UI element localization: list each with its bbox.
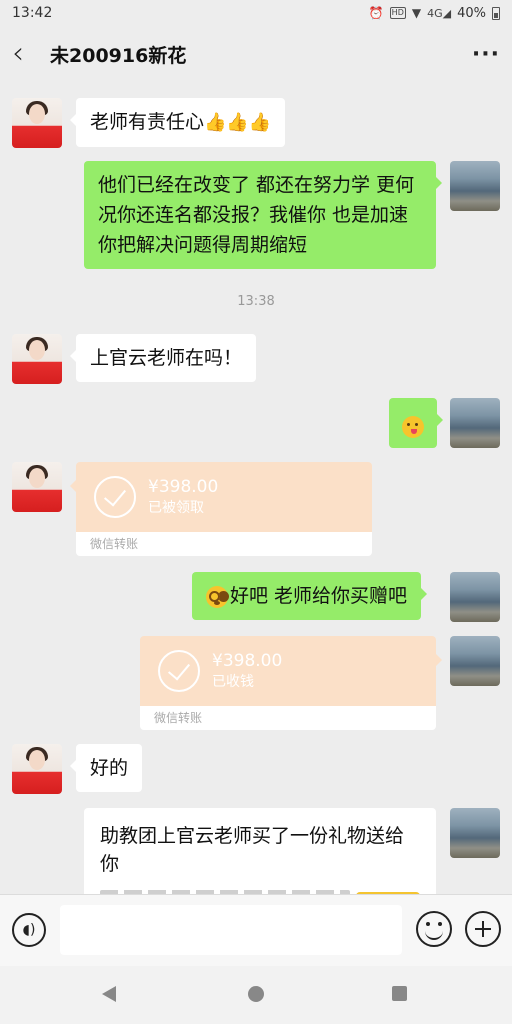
message-bubble-received[interactable]: 好的 bbox=[69, 744, 143, 792]
self-avatar[interactable] bbox=[450, 572, 500, 622]
message-input[interactable] bbox=[60, 905, 402, 955]
message-list[interactable]: 老师有责任心👍👍👍 他们已经在改变了 都还在努力学 更何况你还连名都没报？我催你… bbox=[0, 82, 512, 894]
message-bubble-sent[interactable]: 好吧 老师给你买赠吧 bbox=[192, 572, 428, 620]
transfer-label: 微信转账 bbox=[76, 532, 372, 556]
check-circle-icon bbox=[158, 650, 200, 692]
status-bar: 13:42 ⏰ HD ▼ 4G◢ 40% bbox=[0, 0, 512, 26]
nav-recents-icon[interactable] bbox=[392, 986, 407, 1001]
voice-input-icon[interactable]: ◖) bbox=[12, 913, 46, 947]
check-circle-icon bbox=[94, 476, 136, 518]
message-bubble-sent[interactable] bbox=[389, 398, 443, 448]
status-icons: ⏰ HD ▼ 4G◢ 40% bbox=[369, 6, 500, 21]
battery-level: 40% bbox=[457, 5, 486, 21]
message-text: 他们已经在改变了 都还在努力学 更何况你还连名都没报？我催你 也是加速你把解决问… bbox=[98, 174, 415, 256]
signal-icon: 4G◢ bbox=[427, 6, 452, 20]
wink-emoji-icon bbox=[402, 415, 424, 438]
timestamp: 13:38 bbox=[237, 294, 275, 309]
chat-header: ‹ 未200916新花 ··· bbox=[0, 26, 512, 82]
self-avatar[interactable] bbox=[450, 808, 500, 858]
nav-home-icon[interactable] bbox=[248, 986, 264, 1002]
emoji-picker-icon[interactable] bbox=[416, 911, 452, 947]
back-chevron-icon[interactable]: ‹ bbox=[12, 39, 40, 69]
network-type: 4G bbox=[427, 6, 443, 20]
transfer-status: 已收钱 bbox=[212, 674, 254, 690]
system-nav-bar bbox=[0, 966, 512, 1024]
transfer-amount: ¥398.00 bbox=[212, 651, 283, 671]
message-text: 老师有责任心 bbox=[90, 111, 205, 133]
battery-icon bbox=[492, 6, 500, 20]
self-avatar[interactable] bbox=[450, 636, 500, 686]
more-options-icon[interactable]: ··· bbox=[472, 42, 500, 67]
self-avatar[interactable] bbox=[450, 398, 500, 448]
nav-back-icon[interactable] bbox=[102, 986, 116, 1002]
transfer-amount: ¥398.00 bbox=[148, 477, 219, 497]
contact-avatar[interactable] bbox=[12, 744, 62, 794]
wifi-icon: ▼ bbox=[411, 6, 422, 20]
message-bubble-received[interactable]: 上官云老师在吗！ bbox=[69, 334, 257, 382]
input-bar: ◖) bbox=[0, 894, 512, 966]
message-text: 上官云老师在吗！ bbox=[90, 347, 243, 369]
gift-card[interactable]: 助教团上官云老师买了一份礼物送给你 bbox=[84, 808, 436, 894]
contact-avatar[interactable] bbox=[12, 334, 62, 384]
transfer-card-sent[interactable]: ¥398.00 已收钱 微信转账 bbox=[140, 636, 442, 730]
thumbs-up-icon: 👍👍👍 bbox=[204, 112, 272, 133]
alarm-icon: ⏰ bbox=[368, 6, 384, 20]
message-text: 好的 bbox=[90, 757, 129, 779]
status-time: 13:42 bbox=[12, 5, 53, 21]
message-bubble-received[interactable]: 老师有责任心👍👍👍 bbox=[69, 98, 286, 147]
contact-avatar[interactable] bbox=[12, 98, 62, 148]
transfer-label: 微信转账 bbox=[140, 706, 436, 730]
self-avatar[interactable] bbox=[450, 161, 500, 211]
hd-icon: HD bbox=[389, 7, 406, 19]
transfer-card-received[interactable]: ¥398.00 已被领取 微信转账 bbox=[70, 462, 372, 556]
contact-avatar[interactable] bbox=[12, 462, 62, 512]
gift-message-text: 助教团上官云老师买了一份礼物送给你 bbox=[100, 825, 405, 875]
message-text: 好吧 老师给你买赠吧 bbox=[230, 585, 408, 607]
chat-title: 未200916新花 bbox=[50, 44, 187, 67]
dizzy-emoji-icon bbox=[206, 585, 228, 608]
more-functions-plus-icon[interactable] bbox=[465, 911, 501, 947]
transfer-status: 已被领取 bbox=[148, 500, 204, 516]
message-bubble-sent[interactable]: 他们已经在改变了 都还在努力学 更何况你还连名都没报？我催你 也是加速你把解决问… bbox=[84, 161, 442, 269]
